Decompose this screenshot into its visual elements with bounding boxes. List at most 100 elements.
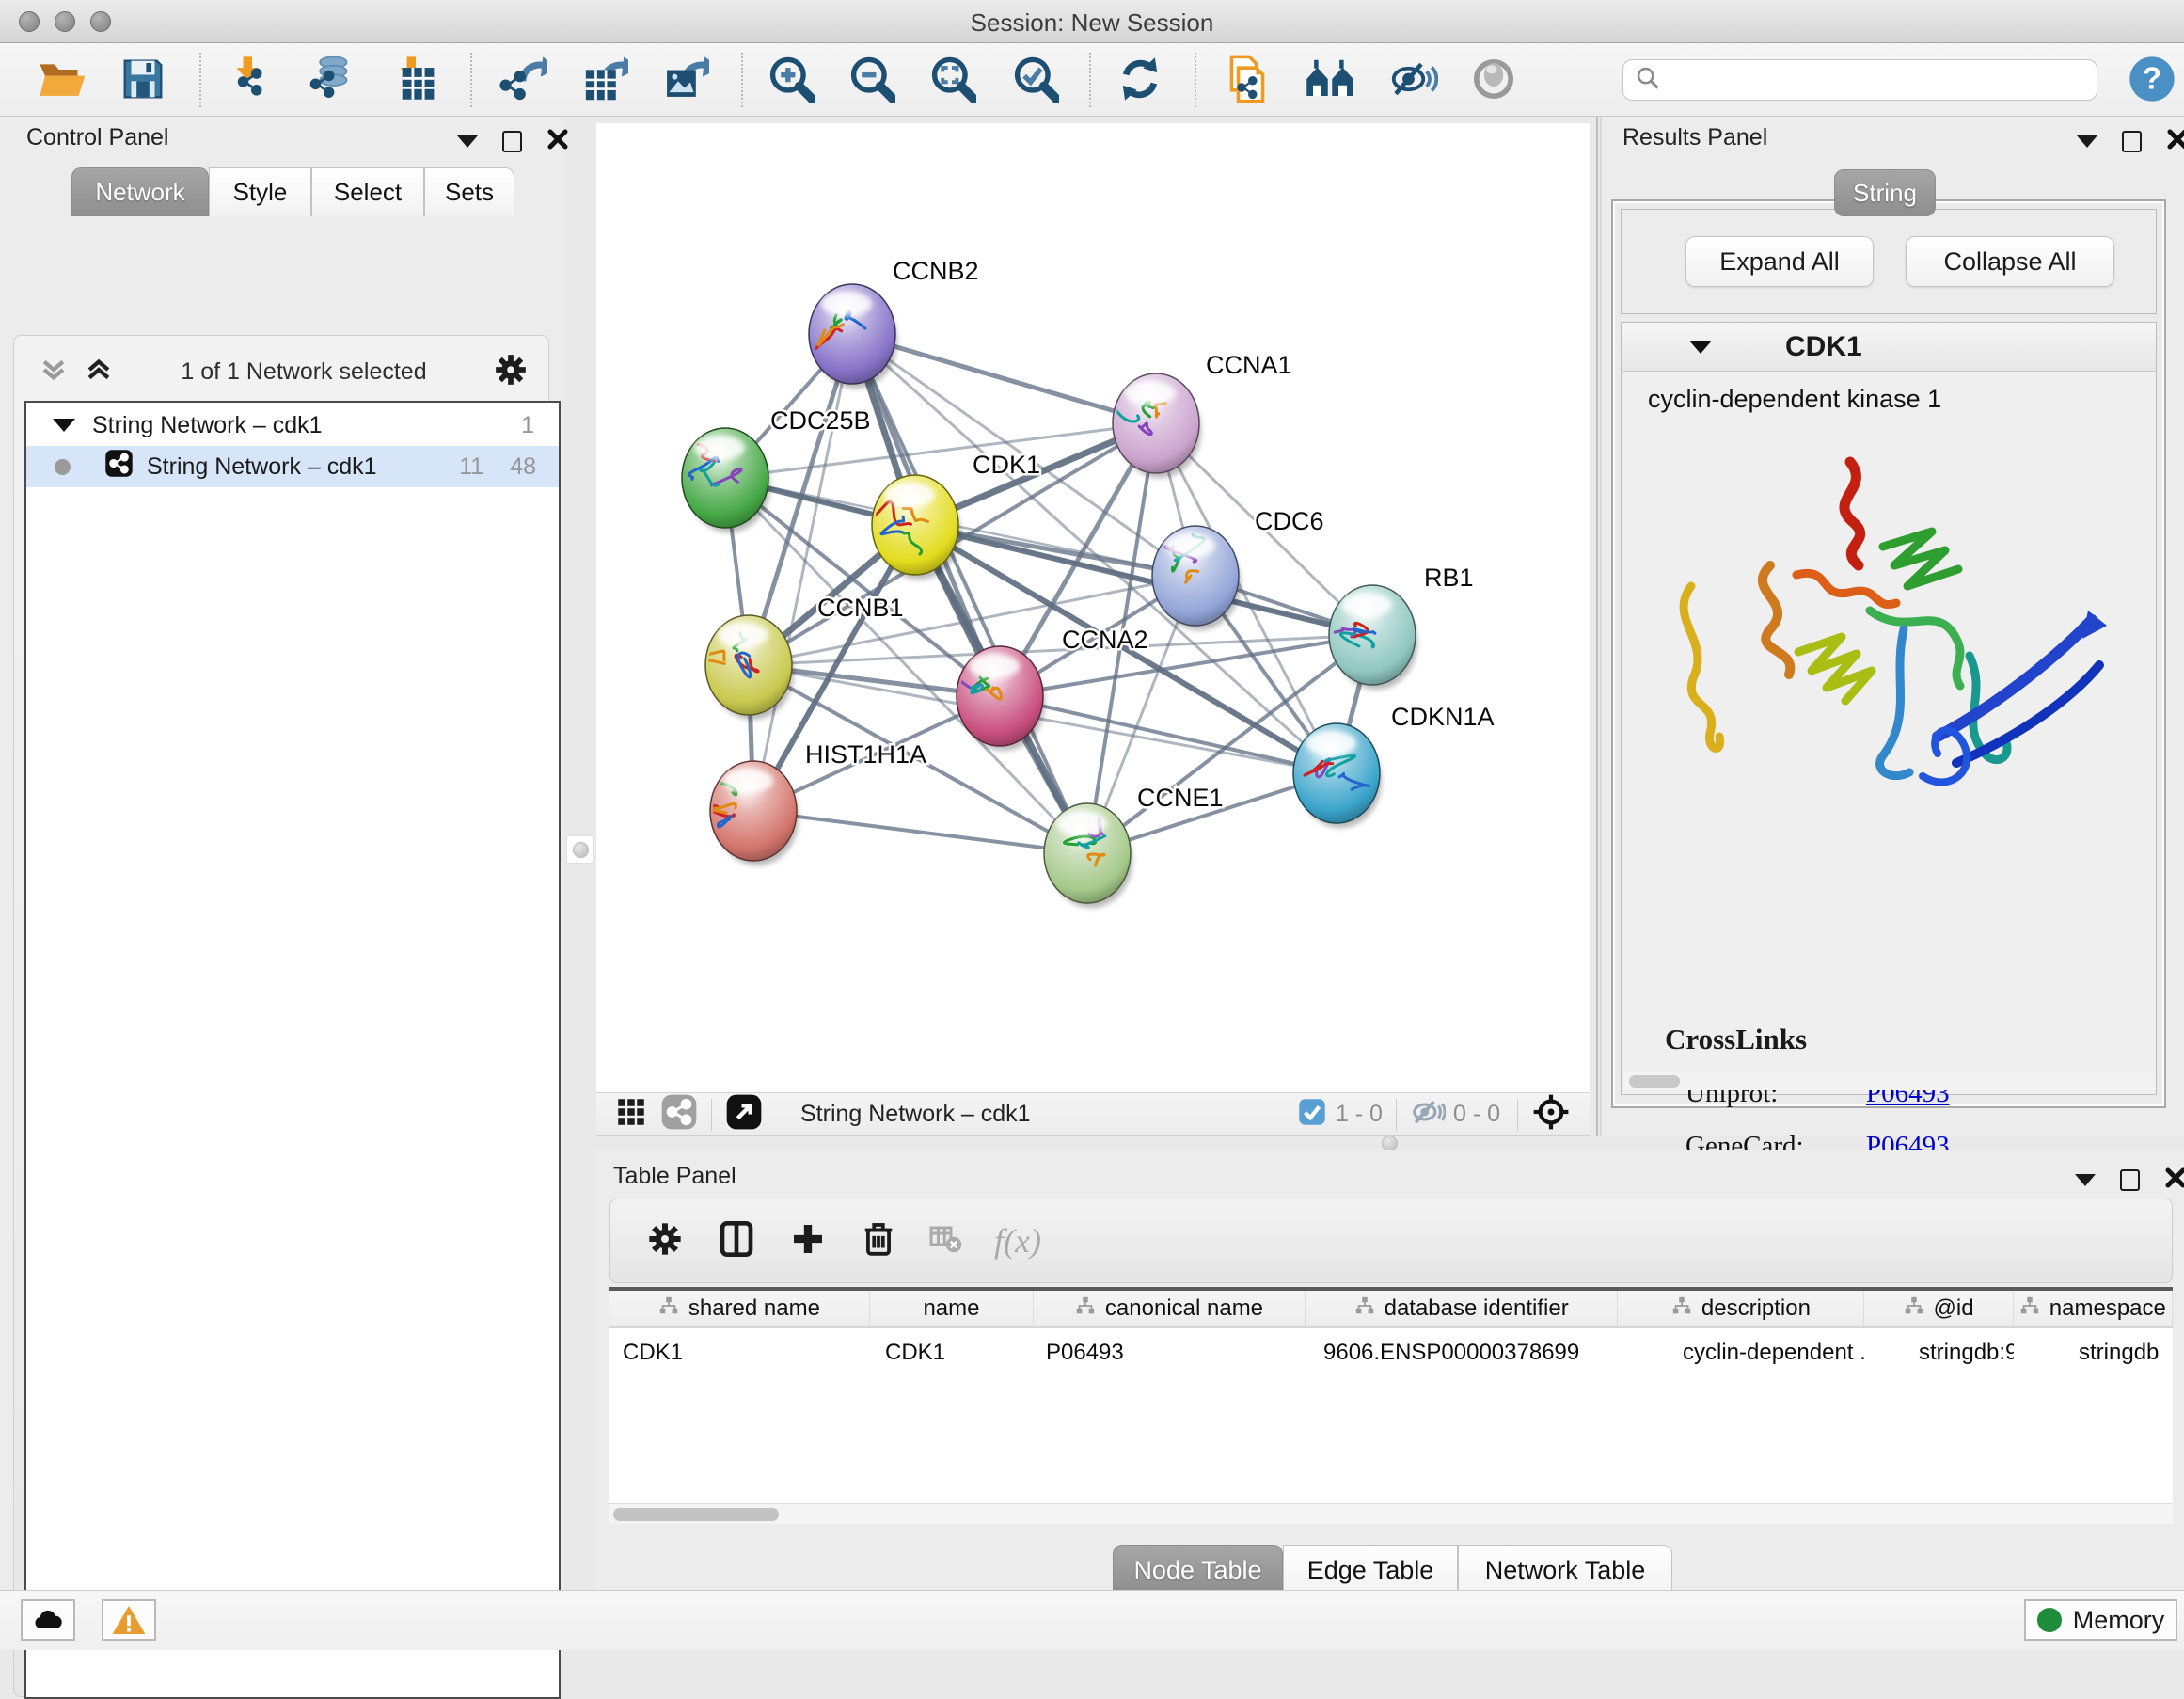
memory-button[interactable]: Memory <box>2024 1599 2177 1641</box>
show-all-button[interactable] <box>1468 56 1519 106</box>
import-network-icon <box>228 55 277 108</box>
table-hscrollbar[interactable] <box>609 1503 2173 1524</box>
current-network-title: String Network – cdk1 <box>800 1101 1031 1128</box>
network-selection-status: 1 of 1 Network selected <box>115 358 493 386</box>
hidden-counts: 0 - 0 <box>1453 1101 1500 1128</box>
folder-open-icon <box>37 56 91 107</box>
import-table-button[interactable] <box>390 56 441 106</box>
export-image-icon <box>660 55 709 108</box>
network-collection-label: String Network – cdk1 <box>92 412 323 439</box>
table-cell[interactable]: 9606.ENSP00000378699 <box>1323 1340 1617 1366</box>
tab-style[interactable]: Style <box>209 167 311 216</box>
export-image-button[interactable] <box>659 56 710 106</box>
table-panel-close-icon[interactable] <box>2164 1167 2184 1194</box>
results-buttonbar: Expand All Collapse All <box>1621 209 2157 314</box>
export-table-button[interactable] <box>578 56 629 106</box>
fit-selection-crosshair-icon[interactable] <box>1531 1092 1571 1136</box>
entry-collapse-icon[interactable] <box>1689 341 1712 354</box>
table-panel-maximize-button[interactable] <box>2120 1169 2140 1191</box>
cloud-status-button[interactable] <box>21 1599 75 1641</box>
shared-column-icon <box>1904 1295 1924 1323</box>
expand-all-button[interactable]: Expand All <box>1685 236 1874 287</box>
tab-node-table[interactable]: Node Table <box>1113 1545 1283 1596</box>
selected-checkbox-icon[interactable] <box>1298 1098 1326 1131</box>
svg-text:CCNB1: CCNB1 <box>817 594 904 622</box>
zoom-in-button[interactable] <box>765 56 815 106</box>
network-edge-count: 48 <box>510 453 536 481</box>
tab-network[interactable]: Network <box>71 167 209 216</box>
warning-status-button[interactable] <box>102 1599 156 1641</box>
string-network-badge-icon[interactable] <box>660 1093 698 1135</box>
results-panel: Results Panel Expand All Collapse All CD… <box>1602 117 2184 1136</box>
results-panel-float-button[interactable] <box>2077 135 2097 148</box>
collapse-all-button[interactable]: Collapse All <box>1906 236 2114 287</box>
export-network-button[interactable] <box>498 56 548 106</box>
control-panel-maximize-button[interactable] <box>502 131 522 152</box>
tree-expand-icon[interactable] <box>53 419 75 432</box>
control-panel-float-button[interactable] <box>457 135 478 148</box>
svg-text:CCNE1: CCNE1 <box>1137 784 1224 812</box>
help-button[interactable]: ? <box>2127 56 2177 106</box>
table-cell[interactable]: stringdb:9... <box>1919 1340 2014 1366</box>
tab-edge-table[interactable]: Edge Table <box>1283 1545 1458 1596</box>
table-cell[interactable]: P06493 <box>1046 1340 1303 1366</box>
delete-table-icon <box>928 1222 962 1261</box>
node-table[interactable]: shared namenamecanonical namedatabase id… <box>609 1287 2173 1520</box>
apply-layout-button[interactable] <box>1115 56 1165 106</box>
toolbar-separator <box>470 53 472 107</box>
tab-sets[interactable]: Sets <box>424 167 514 216</box>
results-panel-maximize-button[interactable] <box>2122 131 2142 152</box>
left-splitter-handle[interactable] <box>566 835 594 864</box>
memory-label: Memory <box>2073 1606 2165 1635</box>
results-panel-close-icon[interactable] <box>2166 128 2184 155</box>
network-tree-root-row[interactable]: String Network – cdk1 1 <box>26 405 559 446</box>
table-panel-float-button[interactable] <box>2075 1174 2096 1186</box>
column-header-shared-name[interactable]: shared name <box>609 1291 870 1326</box>
add-column-plus-icon[interactable] <box>789 1220 827 1262</box>
import-network-button[interactable] <box>227 56 277 106</box>
tab-string-results[interactable]: String <box>1834 169 1936 216</box>
network-item-label: String Network – cdk1 <box>147 453 377 481</box>
zoom-fit-button[interactable] <box>926 56 977 106</box>
column-header-namespace[interactable]: namespace <box>2014 1291 2173 1326</box>
table-cell[interactable]: stringdb <box>2079 1340 2174 1366</box>
table-settings-gear-icon[interactable] <box>646 1220 684 1262</box>
column-header-canonical-name[interactable]: canonical name <box>1034 1291 1306 1326</box>
column-header--id[interactable]: @id <box>1864 1291 2013 1326</box>
results-scrollbar[interactable] <box>1623 1072 2154 1090</box>
zoom-out-button[interactable] <box>846 56 896 106</box>
collapse-all-tree-icon[interactable] <box>38 354 70 390</box>
network-tree-row-selected[interactable]: String Network – cdk1 11 48 <box>26 446 559 487</box>
zoom-out-icon <box>847 55 895 108</box>
results-entry-header[interactable]: CDK1 <box>1622 323 2156 372</box>
table-cell[interactable]: CDK1 <box>885 1340 1030 1366</box>
show-columns-icon[interactable] <box>718 1220 755 1262</box>
column-header-description[interactable]: description <box>1618 1291 1864 1326</box>
expand-all-tree-icon[interactable] <box>83 354 115 390</box>
column-header-name[interactable]: name <box>870 1291 1034 1326</box>
column-header-database-identifier[interactable]: database identifier <box>1306 1291 1619 1326</box>
delete-column-trash-icon[interactable] <box>861 1221 896 1262</box>
open-session-button[interactable] <box>39 56 89 106</box>
save-session-button[interactable] <box>118 56 168 106</box>
open-in-browser-icon[interactable] <box>725 1093 763 1135</box>
zoom-selected-button[interactable] <box>1009 56 1060 106</box>
tab-select[interactable]: Select <box>311 167 424 216</box>
control-panel-close-icon[interactable] <box>546 128 569 155</box>
table-cell[interactable]: cyclin-dependent ... <box>1683 1340 1864 1366</box>
hide-selected-button[interactable] <box>1387 56 1438 106</box>
hidden-eye-slash-icon <box>1410 1094 1446 1135</box>
table-cell[interactable]: CDK1 <box>623 1340 865 1366</box>
copy-style-button[interactable] <box>1222 56 1273 106</box>
search-box[interactable] <box>1622 59 2097 101</box>
first-neighbors-button[interactable] <box>1305 56 1355 106</box>
import-database-button[interactable] <box>306 56 356 106</box>
network-canvas[interactable]: CCNB2CCNA1CDC25BCDK1CDC6RB1CCNB1CCNA2CDK… <box>596 123 1590 1092</box>
zoom-fit-icon <box>927 55 976 108</box>
birds-eye-grid-icon[interactable] <box>617 1098 645 1131</box>
tab-network-table[interactable]: Network Table <box>1458 1545 1672 1596</box>
main-toolbar: ? <box>0 43 2184 117</box>
network-options-gear-icon[interactable] <box>493 352 529 392</box>
search-input[interactable] <box>1661 67 2075 93</box>
export-table-icon <box>579 55 628 108</box>
